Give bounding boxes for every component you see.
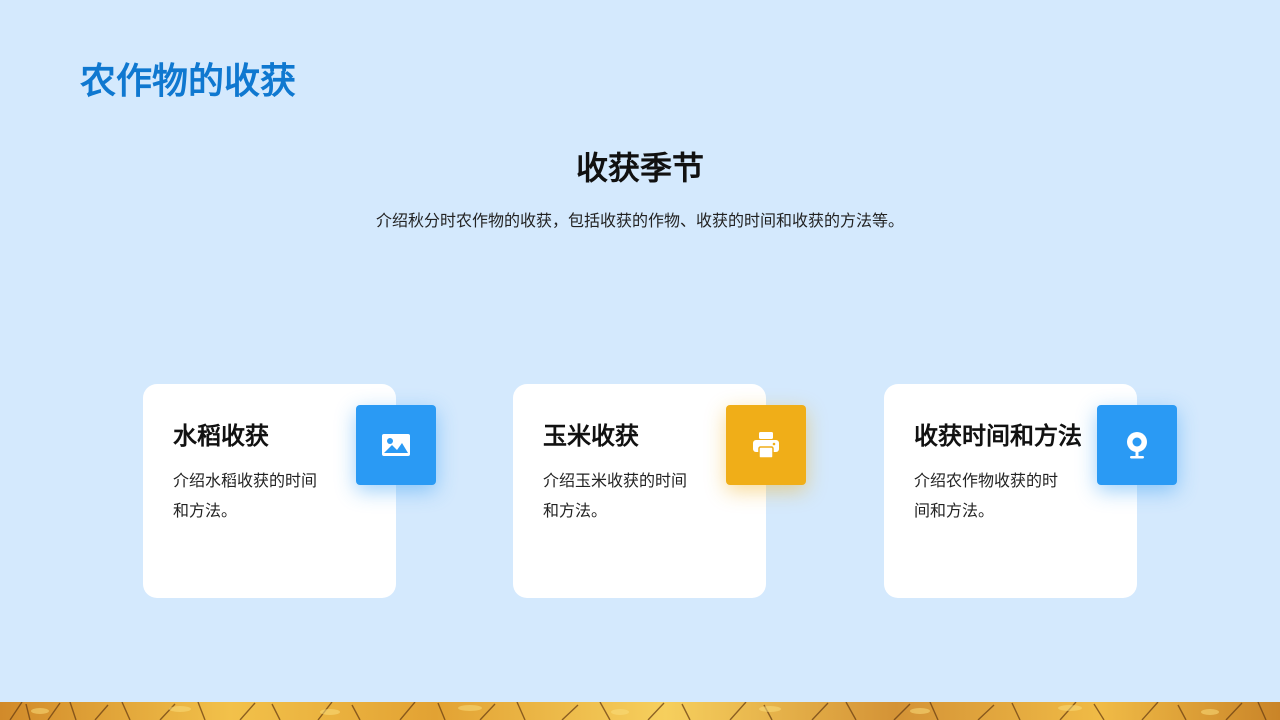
webcam-icon	[1127, 432, 1147, 459]
card-title: 玉米收获	[543, 422, 639, 450]
card-description: 介绍农作物收获的时间和方法。	[914, 471, 1059, 520]
section-title: 收获季节	[575, 149, 704, 187]
card-title: 水稻收获	[173, 422, 269, 450]
section-description: 介绍秋分时农作物的收获，包括收获的作物、收获的时间和收获的方法等。	[375, 211, 904, 230]
card-description: 介绍玉米收获的时间和方法。	[543, 471, 688, 520]
image-icon-tile	[356, 405, 436, 485]
card-title: 收获时间和方法	[914, 422, 1082, 450]
image-icon	[382, 434, 410, 456]
webcam-icon-tile	[1097, 405, 1177, 485]
wheat-pattern-icon	[9, 702, 1267, 720]
printer-icon-tile	[726, 405, 806, 485]
harvest-image-strip	[0, 702, 1280, 720]
page-title: 农作物的收获	[80, 61, 297, 102]
card-description: 介绍水稻收获的时间和方法。	[173, 471, 318, 520]
printer-icon	[753, 432, 779, 459]
